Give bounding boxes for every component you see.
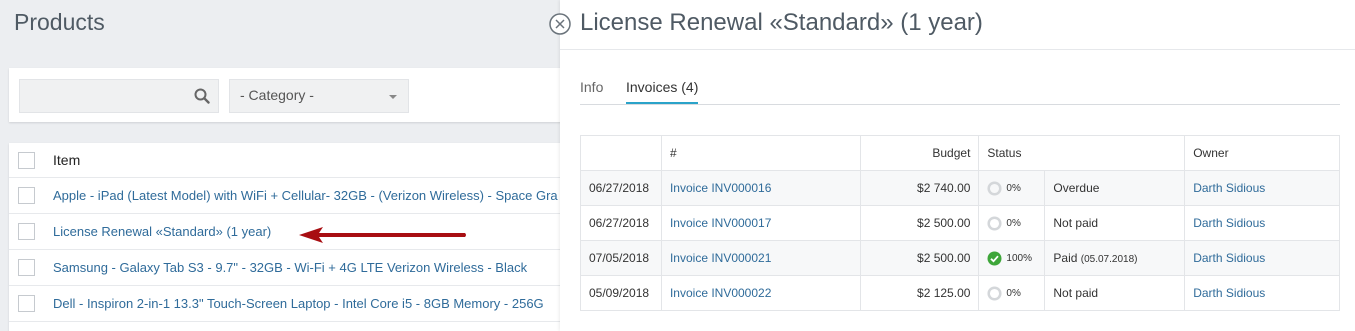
tab-info[interactable]: Info [580, 79, 603, 102]
progress-ring-icon [987, 285, 1002, 301]
payment-progress: 0% [987, 180, 1036, 196]
payment-percent: 100% [1006, 252, 1032, 264]
invoice-budget: $2 500.00 [859, 240, 980, 276]
table-row: Apple - iPad (Latest Model) with WiFi + … [9, 178, 569, 214]
row-checkbox[interactable] [18, 259, 35, 276]
product-link[interactable]: Samsung - Galaxy Tab S3 - 9.7" - 32GB - … [53, 260, 527, 275]
paid-date: (05.07.2018) [1080, 254, 1138, 265]
status-label: Not paid [1044, 205, 1186, 241]
column-header-date [580, 135, 662, 171]
tab-invoices[interactable]: Invoices (4) [626, 79, 699, 104]
table-row: 06/27/2018 Invoice INV000017 $2 500.00 0… [580, 205, 1340, 241]
product-table: Item Apple - iPad (Latest Model) with Wi… [9, 143, 569, 331]
column-header-budget: Budget [859, 135, 980, 171]
invoice-date: 06/27/2018 [580, 205, 662, 241]
table-row: 05/09/2018 Invoice INV000022 $2 125.00 0… [580, 275, 1340, 311]
invoice-date: 05/09/2018 [580, 275, 662, 311]
invoice-table: # Budget Status Owner 06/27/2018 Invoice… [580, 135, 1340, 311]
row-checkbox[interactable] [18, 187, 35, 204]
invoice-link[interactable]: Invoice INV000022 [670, 286, 771, 300]
progress-ring-icon [987, 215, 1002, 231]
progress-ring-icon [987, 180, 1002, 196]
table-header-row: # Budget Status Owner [580, 135, 1340, 171]
table-row: License Renewal «Standard» (1 year) [9, 214, 569, 250]
status-label: Overdue [1044, 170, 1186, 206]
category-select[interactable]: - Category - [229, 79, 409, 113]
column-header-owner: Owner [1184, 135, 1340, 171]
payment-percent: 0% [1006, 217, 1021, 229]
search-box [19, 79, 219, 113]
payment-progress: 0% [987, 215, 1036, 231]
invoice-budget: $2 500.00 [859, 205, 980, 241]
invoice-link[interactable]: Invoice INV000017 [670, 216, 771, 230]
payment-percent: 0% [1006, 287, 1021, 299]
table-row: 07/05/2018 Invoice INV000021 $2 500.00 1… [580, 240, 1340, 276]
product-link[interactable]: License Renewal «Standard» (1 year) [53, 224, 271, 239]
search-icon[interactable] [194, 88, 210, 104]
column-header-status: Status [978, 135, 1186, 171]
tab-bar: Info Invoices (4) [580, 76, 1340, 105]
table-row: Dell - Inspiron 2-in-1 13.3" Touch-Scree… [9, 286, 569, 322]
owner-link[interactable]: Darth Sidious [1193, 251, 1265, 265]
page-title: Products [14, 9, 105, 35]
panel-title: License Renewal «Standard» (1 year) [580, 9, 983, 36]
table-row: 06/27/2018 Invoice INV000016 $2 740.00 0… [580, 170, 1340, 206]
table-header-row: Item [9, 143, 569, 178]
status-text: Paid [1053, 251, 1078, 265]
row-checkbox[interactable] [18, 295, 35, 312]
row-checkbox[interactable] [18, 223, 35, 240]
column-header-item: Item [53, 152, 81, 168]
arrow-left-icon [299, 227, 466, 243]
status-label: Not paid [1044, 275, 1186, 311]
table-row: Samsung - Galaxy Tab S3 - 9.7" - 32GB - … [9, 250, 569, 286]
owner-link[interactable]: Darth Sidious [1193, 286, 1265, 300]
invoice-link[interactable]: Invoice INV000021 [670, 251, 771, 265]
chevron-down-icon [389, 95, 397, 99]
product-link[interactable]: Apple - iPad (Latest Model) with WiFi + … [53, 188, 558, 203]
payment-percent: 0% [1006, 182, 1021, 194]
select-all-checkbox[interactable] [18, 151, 35, 169]
status-label: Paid (05.07.2018) [1044, 240, 1186, 276]
panel-header: License Renewal «Standard» (1 year) [560, 0, 1355, 50]
invoice-link[interactable]: Invoice INV000016 [670, 181, 771, 195]
owner-link[interactable]: Darth Sidious [1193, 216, 1265, 230]
filter-bar: - Category - [9, 68, 569, 122]
category-select-label: - Category - [240, 87, 314, 103]
payment-progress: 0% [987, 285, 1036, 301]
invoice-budget: $2 125.00 [859, 275, 980, 311]
payment-progress: 100% [987, 251, 1036, 266]
search-input[interactable] [20, 80, 190, 112]
invoice-budget: $2 740.00 [859, 170, 980, 206]
check-circle-icon [987, 251, 1002, 265]
column-header-number: # [660, 135, 861, 171]
invoice-date: 07/05/2018 [580, 240, 662, 276]
product-link[interactable]: Dell - Inspiron 2-in-1 13.3" Touch-Scree… [53, 296, 544, 311]
owner-link[interactable]: Darth Sidious [1193, 181, 1265, 195]
close-icon[interactable] [548, 12, 572, 36]
invoice-date: 06/27/2018 [580, 170, 662, 206]
detail-panel: License Renewal «Standard» (1 year) Info… [560, 0, 1355, 331]
